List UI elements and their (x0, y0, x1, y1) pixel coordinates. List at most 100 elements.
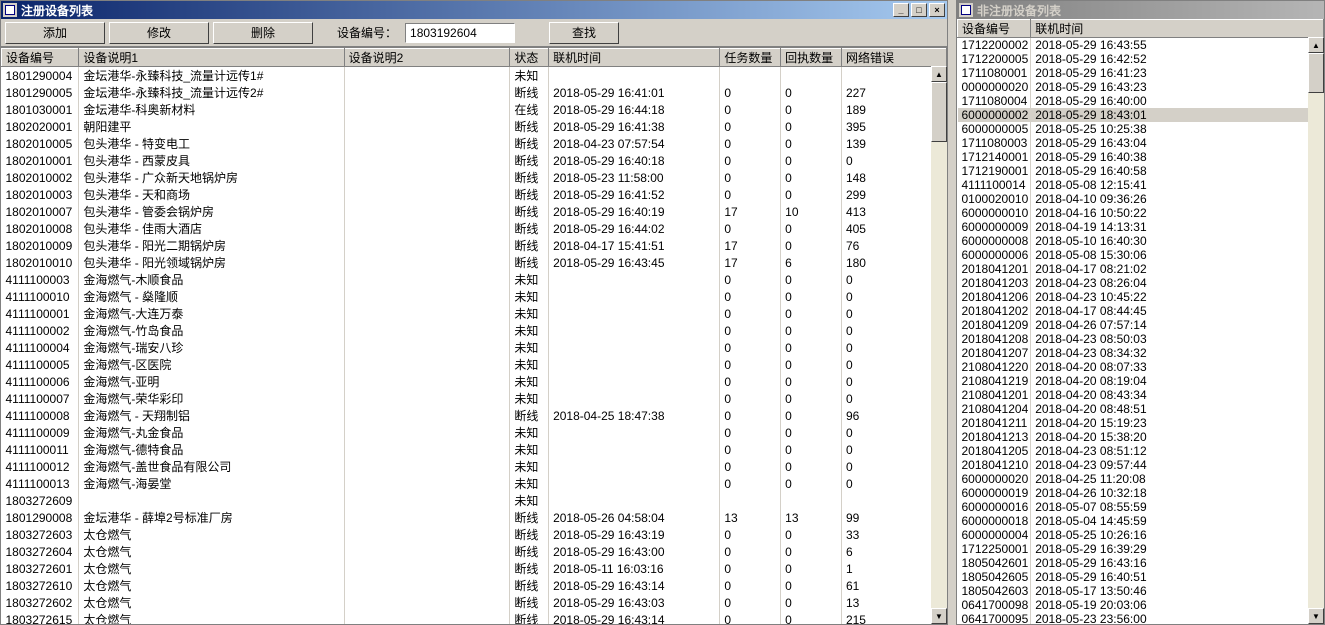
table-row[interactable]: 18050426032018-05-17 13:50:46 (958, 584, 1324, 598)
table-row[interactable]: 4111100005金海燃气-区医院未知000 (2, 356, 947, 373)
table-row[interactable]: 1801030001金坛港华-科奥新材料在线2018-05-29 16:44:1… (2, 101, 947, 118)
scroll-thumb[interactable] (1308, 53, 1324, 93)
table-row[interactable]: 1803272610太仓燃气断线2018-05-29 16:43:140061 (2, 577, 947, 594)
table-row[interactable]: 21080412192018-04-20 08:19:04 (958, 374, 1324, 388)
table-row[interactable]: 1803272603太仓燃气断线2018-05-29 16:43:190033 (2, 526, 947, 543)
table-row[interactable]: 4111100008金海燃气 - 天翔制铝断线2018-04-25 18:47:… (2, 407, 947, 424)
table-row[interactable]: 4111100002金海燃气-竹岛食品未知000 (2, 322, 947, 339)
table-row[interactable]: 60000000062018-05-08 15:30:06 (958, 248, 1324, 262)
table-row[interactable]: 4111100007金海燃气-荣华彩印未知000 (2, 390, 947, 407)
table-row[interactable]: 17122000022018-05-29 16:43:55 (958, 38, 1324, 53)
table-row[interactable]: 20180412102018-04-23 09:57:44 (958, 458, 1324, 472)
table-row[interactable]: 1801290008金坛港华 - 薛埠2号标准厂房断线2018-05-26 04… (2, 509, 947, 526)
table-row[interactable]: 20180412052018-04-23 08:51:12 (958, 444, 1324, 458)
table-row[interactable]: 20180412032018-04-23 08:26:04 (958, 276, 1324, 290)
table-row[interactable]: 60000000162018-05-07 08:55:59 (958, 500, 1324, 514)
search-button[interactable]: 查找 (549, 22, 619, 44)
table-row[interactable]: 21080412042018-04-20 08:48:51 (958, 402, 1324, 416)
scroll-up-button[interactable]: ▲ (1308, 37, 1324, 53)
maximize-button[interactable]: □ (911, 3, 927, 17)
scroll-up-button[interactable]: ▲ (931, 66, 947, 82)
column-header[interactable]: 回执数量 (781, 49, 842, 67)
table-row[interactable]: 1803272602太仓燃气断线2018-05-29 16:43:030013 (2, 594, 947, 611)
titlebar[interactable]: 非注册设备列表 (957, 1, 1324, 19)
device-id-input[interactable] (405, 23, 515, 43)
table-row[interactable]: 1802010005包头港华 - 特变电工断线2018-04-23 07:57:… (2, 135, 947, 152)
table-row[interactable]: 00000000202018-05-29 16:43:23 (958, 80, 1324, 94)
table-row[interactable]: 20180412132018-04-20 15:38:20 (958, 430, 1324, 444)
table-row[interactable]: 60000000182018-05-04 14:45:59 (958, 514, 1324, 528)
scroll-thumb[interactable] (931, 82, 947, 142)
table-row[interactable]: 1802010003包头港华 - 天和商场断线2018-05-29 16:41:… (2, 186, 947, 203)
scroll-track[interactable] (1308, 53, 1324, 608)
scroll-down-button[interactable]: ▼ (931, 608, 947, 624)
scroll-down-button[interactable]: ▼ (1308, 608, 1324, 624)
column-header[interactable]: 设备说明2 (344, 49, 510, 67)
table-row[interactable]: 1802010002包头港华 - 广众新天地锅炉房断线2018-05-23 11… (2, 169, 947, 186)
table-row[interactable]: 1802010008包头港华 - 佳雨大酒店断线2018-05-29 16:44… (2, 220, 947, 237)
vertical-scrollbar[interactable]: ▲ ▼ (1308, 37, 1324, 624)
table-row[interactable]: 4111100013金海燃气-海晏堂未知000 (2, 475, 947, 492)
table-row[interactable]: 4111100004金海燃气-瑞安八珍未知000 (2, 339, 947, 356)
table-row[interactable]: 4111100009金海燃气-丸金食品未知000 (2, 424, 947, 441)
table-row[interactable]: 17121400012018-05-29 16:40:38 (958, 150, 1324, 164)
table-row[interactable]: 60000000102018-04-16 10:50:22 (958, 206, 1324, 220)
table-row[interactable]: 60000000192018-04-26 10:32:18 (958, 486, 1324, 500)
table-row[interactable]: 4111100001金海燃气-大连万泰未知000 (2, 305, 947, 322)
table-row[interactable]: 1801290004金坛港华-永臻科技_流量计远传1#未知 (2, 67, 947, 85)
table-row[interactable]: 1803272601太仓燃气断线2018-05-11 16:03:16001 (2, 560, 947, 577)
table-row[interactable]: 1802010007包头港华 - 管委会锅炉房断线2018-05-29 16:4… (2, 203, 947, 220)
table-row[interactable]: 01000200102018-04-10 09:36:26 (958, 192, 1324, 206)
add-button[interactable]: 添加 (5, 22, 105, 44)
titlebar[interactable]: 注册设备列表 _ □ × (1, 1, 947, 19)
column-header[interactable]: 设备编号 (958, 20, 1031, 38)
table-row[interactable]: 18050426052018-05-29 16:40:51 (958, 570, 1324, 584)
table-row[interactable]: 1803272604太仓燃气断线2018-05-29 16:43:00006 (2, 543, 947, 560)
table-row[interactable]: 4111100012金海燃气-盖世食品有限公司未知000 (2, 458, 947, 475)
scroll-track[interactable] (931, 82, 947, 608)
table-row[interactable]: 1803272609未知 (2, 492, 947, 509)
table-row[interactable]: 20180412082018-04-23 08:50:03 (958, 332, 1324, 346)
table-row[interactable]: 18050426012018-05-29 16:43:16 (958, 556, 1324, 570)
table-row[interactable]: 41111000142018-05-08 12:15:41 (958, 178, 1324, 192)
close-button[interactable]: × (929, 3, 945, 17)
vertical-scrollbar[interactable]: ▲ ▼ (931, 66, 947, 624)
edit-button[interactable]: 修改 (109, 22, 209, 44)
minimize-button[interactable]: _ (893, 3, 909, 17)
table-row[interactable]: 20180412112018-04-20 15:19:23 (958, 416, 1324, 430)
column-header[interactable]: 任务数量 (720, 49, 781, 67)
table-row[interactable]: 60000000042018-05-25 10:26:16 (958, 528, 1324, 542)
table-row[interactable]: 17122000052018-05-29 16:42:52 (958, 52, 1324, 66)
table-row[interactable]: 17121900012018-05-29 16:40:58 (958, 164, 1324, 178)
column-header[interactable]: 网络错误 (841, 49, 946, 67)
table-row[interactable]: 20180412062018-04-23 10:45:22 (958, 290, 1324, 304)
table-row[interactable]: 60000000202018-04-25 11:20:08 (958, 472, 1324, 486)
table-row[interactable]: 1802010010包头港华 - 阳光领域锅炉房断线2018-05-29 16:… (2, 254, 947, 271)
column-header[interactable]: 设备编号 (2, 49, 79, 67)
registered-devices-table[interactable]: 设备编号设备说明1设备说明2状态联机时间任务数量回执数量网络错误 1801290… (1, 48, 947, 624)
table-row[interactable]: 4111100006金海燃气-亚明未知000 (2, 373, 947, 390)
table-row[interactable]: 60000000022018-05-29 18:43:01 (958, 108, 1324, 122)
column-header[interactable]: 状态 (510, 49, 549, 67)
table-row[interactable]: 20180412022018-04-17 08:44:45 (958, 304, 1324, 318)
table-row[interactable]: 20180412092018-04-26 07:57:14 (958, 318, 1324, 332)
table-row[interactable]: 4111100003金海燃气-木顺食品未知000 (2, 271, 947, 288)
table-row[interactable]: 17110800042018-05-29 16:40:00 (958, 94, 1324, 108)
table-row[interactable]: 1802010001包头港华 - 西蒙皮具断线2018-05-29 16:40:… (2, 152, 947, 169)
table-row[interactable]: 60000000092018-04-19 14:13:31 (958, 220, 1324, 234)
table-row[interactable]: 17110800032018-05-29 16:43:04 (958, 136, 1324, 150)
table-row[interactable]: 21080412012018-04-20 08:43:34 (958, 388, 1324, 402)
table-row[interactable]: 20180412012018-04-17 08:21:02 (958, 262, 1324, 276)
delete-button[interactable]: 删除 (213, 22, 313, 44)
column-header[interactable]: 联机时间 (549, 49, 720, 67)
table-row[interactable]: 4111100011金海燃气-德特食品未知000 (2, 441, 947, 458)
table-row[interactable]: 1802020001朝阳建平断线2018-05-29 16:41:3800395 (2, 118, 947, 135)
table-row[interactable]: 06417000952018-05-23 23:56:00 (958, 612, 1324, 624)
table-row[interactable]: 60000000052018-05-25 10:25:38 (958, 122, 1324, 136)
unregistered-devices-table[interactable]: 设备编号联机时间 17122000022018-05-29 16:43:5517… (957, 19, 1324, 624)
column-header[interactable]: 设备说明1 (79, 49, 344, 67)
table-row[interactable]: 17122500012018-05-29 16:39:29 (958, 542, 1324, 556)
table-row[interactable]: 1802010009包头港华 - 阳光二期锅炉房断线2018-04-17 15:… (2, 237, 947, 254)
column-header[interactable]: 联机时间 (1031, 20, 1324, 38)
table-row[interactable]: 1801290005金坛港华-永臻科技_流量计远传2#断线2018-05-29 … (2, 84, 947, 101)
